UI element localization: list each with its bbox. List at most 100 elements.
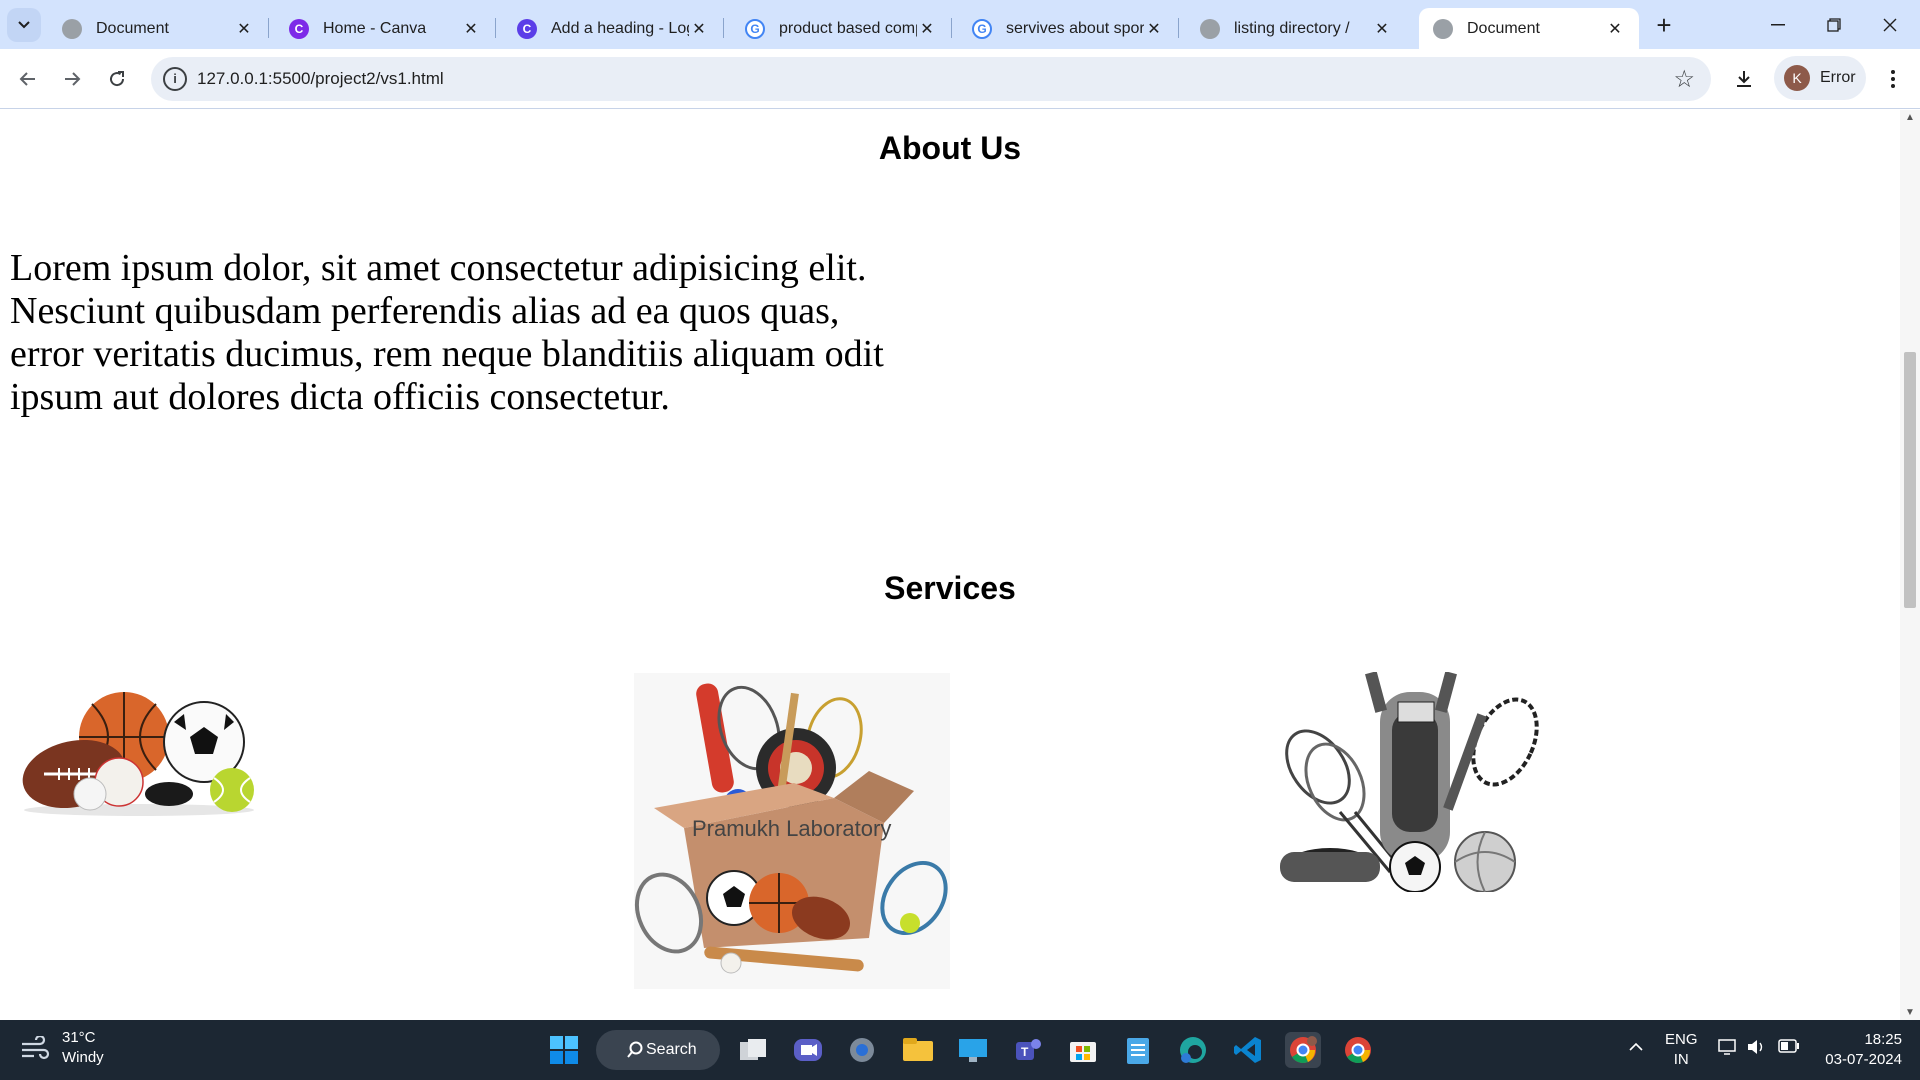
minimize-button[interactable] (1750, 0, 1806, 49)
tab-add-heading[interactable]: C Add a heading - Logo ✕ (503, 8, 724, 49)
tab-document-1[interactable]: Document ✕ (48, 8, 269, 49)
tab-listing-directory[interactable]: listing directory / ✕ (1186, 8, 1406, 49)
sports-balls-image (22, 692, 254, 816)
scroll-up-arrow-icon[interactable]: ▲ (1905, 112, 1915, 123)
tab-home-canva[interactable]: C Home - Canva ✕ (275, 8, 496, 49)
search-label: Search (646, 1041, 697, 1058)
language-line1: ENG (1665, 1031, 1698, 1048)
close-window-button[interactable] (1862, 0, 1918, 49)
store-icon[interactable] (1065, 1032, 1101, 1068)
close-icon[interactable]: ✕ (689, 19, 709, 39)
volume-icon[interactable] (1746, 1038, 1766, 1062)
close-icon[interactable]: ✕ (1372, 19, 1392, 39)
arrow-left-icon (19, 72, 35, 86)
search-icon (627, 1041, 643, 1058)
close-icon (1883, 18, 1897, 31)
close-icon[interactable]: ✕ (461, 19, 481, 39)
tab-title: product based comp (779, 19, 917, 37)
windows-logo-icon (550, 1036, 578, 1064)
reload-button[interactable] (101, 63, 133, 95)
google-icon: G (745, 18, 765, 39)
more-vertical-icon (1891, 70, 1895, 88)
forward-button[interactable] (56, 63, 88, 95)
close-icon[interactable]: ✕ (234, 19, 254, 39)
image-caption: Pramukh Laboratory (692, 816, 892, 841)
weather-widget[interactable]: 31°C Windy (20, 1028, 104, 1068)
reload-icon (110, 71, 125, 87)
restore-icon (1827, 17, 1841, 32)
weather-condition: Windy (62, 1049, 104, 1066)
tab-strip: Document ✕ C Home - Canva ✕ C Add a head… (0, 0, 1920, 49)
scroll-down-arrow-icon[interactable]: ▼ (1905, 1007, 1915, 1018)
clock[interactable]: 18:25 03-07-2024 (1816, 1030, 1902, 1070)
canva-icon: C (517, 18, 537, 39)
clock-time: 18:25 (1864, 1031, 1902, 1048)
close-icon[interactable]: ✕ (1144, 19, 1164, 39)
weather-temp: 31°C (62, 1029, 96, 1046)
new-tab-button[interactable]: + (1650, 12, 1678, 40)
globe-icon (62, 18, 82, 39)
language-line2: IN (1673, 1051, 1689, 1068)
task-view-icon[interactable] (735, 1032, 771, 1068)
globe-icon (1433, 18, 1453, 39)
vscode-icon[interactable] (1230, 1032, 1266, 1068)
tab-title: Document (96, 19, 169, 37)
menu-button[interactable] (1877, 63, 1909, 95)
browser-toolbar: i 127.0.0.1:5500/project2/vs1.html ☆ K E… (0, 49, 1920, 109)
wind-icon (22, 1036, 50, 1060)
profile-label: Error (1820, 69, 1856, 86)
settings-icon[interactable] (844, 1032, 880, 1068)
meet-icon[interactable] (790, 1032, 826, 1068)
address-bar[interactable]: i 127.0.0.1:5500/project2/vs1.html ☆ (151, 57, 1711, 101)
file-explorer-icon[interactable] (900, 1032, 936, 1068)
desktop-icon[interactable] (955, 1032, 991, 1068)
tab-title: servives about sports (1006, 19, 1144, 37)
globe-icon (1200, 18, 1220, 39)
page-viewport: About Us Lorem ipsum dolor, sit amet con… (0, 110, 1900, 1020)
back-button[interactable] (12, 63, 44, 95)
edge-icon[interactable] (1175, 1032, 1211, 1068)
chevron-up-icon[interactable] (1628, 1038, 1644, 1058)
arrow-right-icon (65, 72, 81, 86)
page-scrollbar[interactable]: ▲ ▼ (1900, 110, 1920, 1020)
tab-product-based[interactable]: G product based comp ✕ (731, 8, 952, 49)
google-icon: G (972, 18, 992, 39)
tab-title: listing directory / (1234, 19, 1350, 37)
canva-icon: C (289, 18, 309, 39)
downloads-button[interactable] (1728, 63, 1760, 95)
scrollbar-thumb[interactable] (1904, 352, 1916, 608)
tab-document-active[interactable]: Document ✕ (1419, 8, 1639, 49)
tab-title: Add a heading - Logo (551, 19, 689, 37)
tab-search-button[interactable] (7, 8, 41, 42)
avatar: K (1784, 65, 1810, 91)
tab-title: Home - Canva (323, 19, 427, 37)
start-button[interactable] (546, 1032, 582, 1068)
battery-icon[interactable] (1778, 1039, 1800, 1059)
chevron-down-icon (18, 21, 30, 29)
site-info-icon[interactable]: i (163, 67, 187, 91)
services-heading: Services (884, 570, 1016, 606)
about-paragraph: Lorem ipsum dolor, sit amet consectetur … (10, 247, 884, 418)
notepad-icon[interactable] (1120, 1032, 1156, 1068)
tab-title: Document (1467, 19, 1540, 37)
svg-text:T: T (1021, 1045, 1029, 1059)
minimize-icon (1771, 23, 1785, 25)
about-heading: About Us (878, 130, 1022, 166)
chrome-profile-icon[interactable] (1285, 1032, 1321, 1068)
close-icon[interactable]: ✕ (1605, 19, 1625, 39)
network-icon[interactable] (1718, 1038, 1738, 1062)
sports-equipment-bag-image (1280, 672, 1539, 892)
profile-button[interactable]: K Error (1774, 56, 1866, 100)
close-icon[interactable]: ✕ (917, 19, 937, 39)
clock-date: 03-07-2024 (1825, 1051, 1902, 1068)
bookmark-star-icon[interactable]: ☆ (1673, 65, 1695, 94)
language-indicator[interactable]: ENG IN (1665, 1030, 1698, 1070)
url-text[interactable]: 127.0.0.1:5500/project2/vs1.html (197, 69, 444, 89)
restore-button[interactable] (1806, 0, 1862, 49)
download-icon (1737, 71, 1751, 87)
taskbar: 31°C Windy Search T ENG IN 18:25 03-07-2… (0, 1020, 1920, 1080)
tab-servives-sports[interactable]: G servives about sports ✕ (958, 8, 1179, 49)
teams-icon[interactable]: T (1010, 1032, 1046, 1068)
chrome-icon[interactable] (1340, 1032, 1376, 1068)
taskbar-search[interactable]: Search (596, 1030, 720, 1070)
